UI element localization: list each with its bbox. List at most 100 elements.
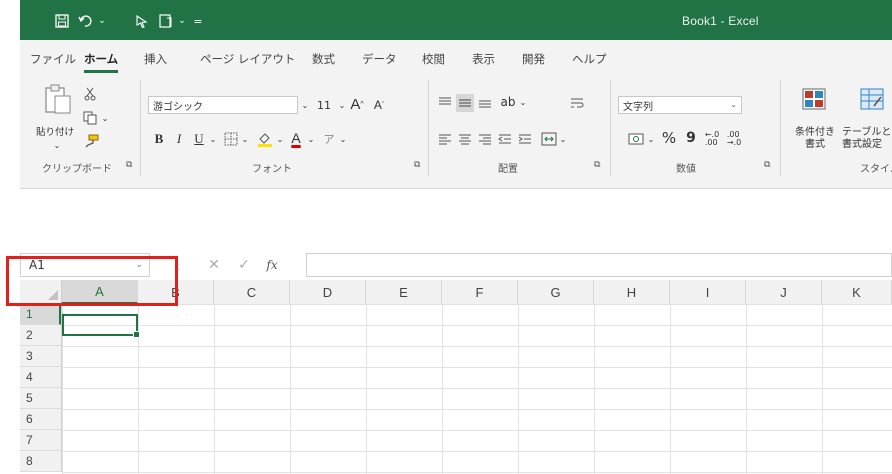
chevron-down-icon[interactable]: ⌄ [338, 130, 348, 148]
font-color-icon[interactable]: A [288, 128, 304, 148]
title-bar: ⌄ ⌄ = Book1 - Excel [20, 0, 892, 40]
column-header-d[interactable]: D [290, 280, 366, 304]
dialog-launcher-icon[interactable]: ⧉ [764, 160, 770, 170]
increase-font-icon[interactable]: A ^ [348, 94, 366, 114]
tab-home[interactable]: ホーム [84, 51, 119, 73]
row-header-4[interactable]: 4 [20, 367, 61, 388]
chevron-down-icon[interactable]: ⌄ [240, 130, 250, 148]
format-painter-icon[interactable] [82, 132, 100, 150]
cell-area[interactable] [62, 304, 892, 474]
align-center-icon[interactable] [456, 130, 474, 148]
align-top-icon[interactable] [436, 94, 454, 110]
decrease-font-icon[interactable]: Aˇ [370, 96, 388, 114]
orientation-icon[interactable]: ab [498, 94, 518, 110]
row-header-8[interactable]: 8 [20, 451, 61, 472]
cut-icon[interactable] [82, 86, 98, 102]
row-header-3[interactable]: 3 [20, 346, 61, 367]
align-bottom-icon[interactable] [476, 94, 494, 110]
merge-center-icon[interactable] [540, 130, 558, 148]
tab-review[interactable]: 校閲 [422, 51, 445, 67]
font-size-value[interactable]: 11 [312, 96, 336, 114]
cancel-entry-icon[interactable]: ✕ [204, 255, 224, 275]
tab-help[interactable]: ヘルプ [572, 51, 607, 67]
column-header-e[interactable]: E [366, 280, 442, 304]
group-separator [610, 80, 611, 176]
chevron-down-icon[interactable]: ⌄ [300, 96, 310, 114]
chevron-down-icon[interactable]: ⌄ [558, 130, 568, 148]
column-header-c[interactable]: C [214, 280, 290, 304]
wrap-text-icon[interactable] [568, 94, 586, 112]
chevron-down-icon[interactable]: ⌄ [208, 130, 218, 148]
chevron-down-icon[interactable]: ⌄ [92, 12, 112, 30]
currency-icon[interactable] [626, 130, 646, 148]
chevron-down-icon[interactable]: ⌄ [275, 130, 285, 148]
row-header-6[interactable]: 6 [20, 409, 61, 430]
row-headers: 1 2 3 4 5 6 7 8 [20, 304, 62, 472]
bold-button[interactable]: B [152, 130, 166, 148]
comma-button[interactable]: 9 [684, 128, 698, 148]
decrease-decimal-icon[interactable]: .00 →.0 [724, 130, 744, 148]
percent-button[interactable]: % [660, 128, 678, 148]
tab-page-layout[interactable]: ページ レイアウト [200, 51, 295, 67]
increase-decimal-icon[interactable]: ←.0.00 [702, 130, 722, 148]
column-header-g[interactable]: G [518, 280, 594, 304]
chevron-down-icon[interactable]: ⌄ [306, 130, 316, 148]
number-format-value: 文字列 [623, 101, 653, 113]
decrease-indent-icon[interactable] [496, 130, 514, 148]
format-as-table-label: 書式設定 [842, 138, 882, 149]
copy-icon[interactable] [82, 110, 98, 126]
row-header-7[interactable]: 7 [20, 430, 61, 451]
number-group-label: 数値 [676, 164, 696, 175]
dialog-launcher-icon[interactable]: ⧉ [126, 160, 132, 170]
chevron-down-icon[interactable]: ⌄ [100, 111, 110, 125]
number-format-select[interactable]: 文字列 ⌄ [618, 96, 742, 114]
column-header-f[interactable]: F [442, 280, 518, 304]
tab-view[interactable]: 表示 [472, 51, 495, 67]
underline-button[interactable]: U [192, 130, 206, 148]
group-separator [140, 80, 141, 176]
align-right-icon[interactable] [476, 130, 494, 148]
paste-label: 貼り付け [35, 127, 74, 138]
save-icon[interactable] [52, 12, 72, 30]
borders-icon[interactable] [222, 130, 240, 148]
active-cell-a1[interactable] [62, 314, 140, 338]
conditional-formatting-icon[interactable] [800, 86, 828, 112]
row-header-5[interactable]: 5 [20, 388, 61, 409]
align-left-icon[interactable] [436, 130, 454, 148]
tab-file[interactable]: ファイル [30, 51, 76, 67]
dialog-launcher-icon[interactable]: ⧉ [414, 160, 420, 170]
phonetic-guide-icon[interactable]: ア [322, 130, 336, 148]
italic-button[interactable]: I [172, 130, 186, 148]
row-header-2[interactable]: 2 [20, 325, 61, 346]
chevron-down-icon[interactable]: ⌄ [337, 96, 347, 114]
column-header-j[interactable]: J [746, 280, 822, 304]
align-middle-icon[interactable] [456, 94, 474, 112]
tab-insert[interactable]: 挿入 [144, 51, 167, 67]
group-separator [780, 80, 781, 176]
paste-button[interactable] [40, 82, 76, 116]
chevron-down-icon[interactable]: ⌄ [518, 94, 528, 110]
tab-developer[interactable]: 開発 [522, 51, 545, 67]
touch-mode-icon[interactable] [132, 12, 152, 30]
format-as-table-icon[interactable] [858, 86, 886, 112]
column-header-i[interactable]: I [670, 280, 746, 304]
column-header-h[interactable]: H [594, 280, 670, 304]
customize-icon[interactable]: = [188, 12, 208, 30]
chevron-down-icon: ⌄ [730, 100, 737, 109]
confirm-entry-icon[interactable]: ✓ [234, 255, 254, 275]
chevron-down-icon[interactable]: ⌄ [50, 140, 64, 150]
format-as-table-button[interactable]: テーブルと [842, 124, 892, 137]
chevron-down-icon[interactable]: ⌄ [646, 130, 656, 148]
row-header-1[interactable]: 1 [20, 304, 61, 325]
insert-function-icon[interactable]: fx [262, 255, 282, 275]
alignment-group-label: 配置 [498, 164, 518, 175]
increase-indent-icon[interactable] [516, 130, 534, 148]
tab-formulas[interactable]: 数式 [312, 51, 335, 67]
fill-color-icon[interactable] [256, 130, 274, 148]
formula-input[interactable] [306, 253, 892, 277]
font-name-select[interactable]: 游ゴシック [148, 96, 298, 114]
tab-data[interactable]: データ [362, 51, 397, 67]
dialog-launcher-icon[interactable]: ⧉ [594, 160, 600, 170]
column-header-k[interactable]: K [822, 280, 892, 304]
styles-group-label: スタイル [860, 164, 892, 175]
